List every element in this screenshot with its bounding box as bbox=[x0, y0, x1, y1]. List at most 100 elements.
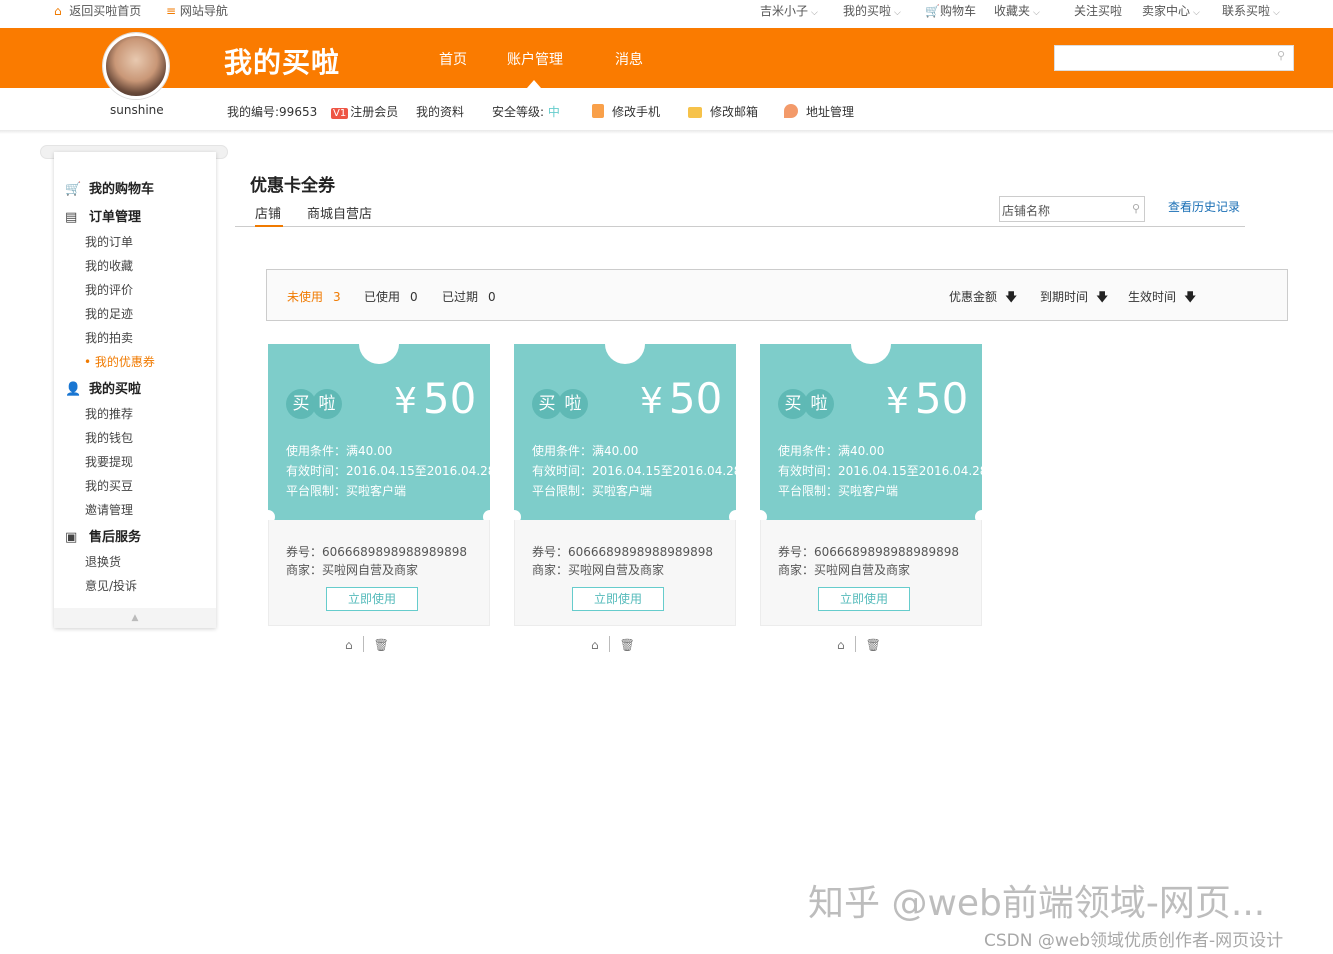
change-phone-link[interactable]: 修改手机 bbox=[592, 103, 660, 120]
store-name-input[interactable]: 店铺名称 ⚲ bbox=[999, 196, 1145, 222]
sidebar-item-cart[interactable]: 🛒 我的购物车 bbox=[65, 178, 154, 197]
search-input[interactable]: ⚲ bbox=[1054, 45, 1294, 71]
contact-menu[interactable]: 联系买啦 ⌵ bbox=[1222, 2, 1280, 19]
location-pin-icon bbox=[784, 104, 798, 118]
coupon-header: 买 啦 ¥50 使用条件：满40.00 有效时间：2016.04.15至2016… bbox=[261, 324, 497, 524]
coupon-period: 有效时间：2016.04.15至2016.04.28 bbox=[286, 464, 496, 478]
coupon-body: 券号：6066689898988989898 商家：买啦网自营及商家 立即使用 bbox=[268, 520, 490, 626]
my-info-link[interactable]: 我的资料 bbox=[416, 103, 464, 120]
nav-messages[interactable]: 消息 bbox=[615, 49, 643, 69]
change-email-link[interactable]: 修改邮箱 bbox=[688, 103, 758, 120]
tab-divider bbox=[235, 226, 1245, 227]
nav-account[interactable]: 账户管理 bbox=[507, 49, 563, 69]
cart-icon: 🛒 bbox=[925, 4, 940, 18]
sidebar-item-reviews[interactable]: 我的评价 bbox=[85, 281, 133, 298]
seller-center-menu[interactable]: 卖家中心 ⌵ bbox=[1142, 2, 1200, 19]
user-menu[interactable]: 吉米小子 ⌵ bbox=[760, 2, 818, 19]
sidebar-item-footprints[interactable]: 我的足迹 bbox=[85, 305, 133, 322]
active-nav-caret bbox=[527, 80, 541, 88]
filter-used[interactable]: 已使用 0 bbox=[364, 288, 418, 305]
chevron-down-icon: ⌵ bbox=[1273, 8, 1280, 18]
avatar[interactable] bbox=[103, 33, 169, 99]
v1-badge: V1 bbox=[331, 108, 349, 119]
sort-effective[interactable]: 生效时间 🡇 bbox=[1128, 288, 1196, 309]
coupon-period: 有效时间：2016.04.15至2016.04.28 bbox=[778, 464, 988, 478]
favorites-menu[interactable]: 收藏夹 ⌵ bbox=[994, 2, 1040, 19]
cart-link[interactable]: 🛒购物车 bbox=[925, 2, 976, 19]
my-maila-menu[interactable]: 我的买啦 ⌵ bbox=[843, 2, 901, 19]
register-member-link[interactable]: V1 注册会员 bbox=[331, 103, 398, 120]
tab-mall-store[interactable]: 商城自营店 bbox=[307, 203, 372, 222]
coupon-code: 券号：6066689898988989898 bbox=[286, 545, 468, 559]
arrow-down-icon: 🡇 bbox=[1096, 290, 1109, 304]
arrow-down-icon: 🡇 bbox=[1005, 290, 1018, 304]
sort-expiry[interactable]: 到期时间 🡇 bbox=[1040, 288, 1108, 309]
coupon-merchant: 商家：买啦网自营及商家 bbox=[778, 563, 911, 577]
tab-store[interactable]: 店铺 bbox=[255, 203, 281, 222]
id-card-icon: ▣ bbox=[65, 530, 78, 545]
coupon-header: 买 啦 ¥50 使用条件：满40.00 有效时间：2016.04.15至2016… bbox=[753, 324, 989, 524]
sidebar-collapse[interactable]: ▲ bbox=[54, 608, 216, 628]
address-link[interactable]: 地址管理 bbox=[784, 103, 854, 120]
arrow-down-icon: 🡇 bbox=[1184, 290, 1197, 304]
cart-icon: 🛒 bbox=[65, 182, 82, 197]
sidebar-item-my-orders[interactable]: 我的订单 bbox=[85, 233, 133, 250]
follow-link[interactable]: 关注买啦 bbox=[1074, 2, 1122, 19]
security-level: 安全等级: 中 bbox=[492, 105, 560, 119]
brand-title[interactable]: 我的买啦 bbox=[224, 41, 340, 81]
use-now-button[interactable]: 立即使用 bbox=[818, 587, 910, 611]
filter-unused[interactable]: 未使用 3 bbox=[287, 288, 341, 305]
search-icon[interactable]: ⚲ bbox=[1132, 202, 1140, 215]
sidebar-head-maila[interactable]: 👤 我的买啦 bbox=[65, 378, 141, 397]
coupon-card: 买 啦 ¥50 使用条件：满40.00 有效时间：2016.04.15至2016… bbox=[261, 324, 497, 652]
use-now-button[interactable]: 立即使用 bbox=[572, 587, 664, 611]
store-icon[interactable]: ⌂ bbox=[591, 638, 599, 652]
chevron-down-icon: ⌵ bbox=[1193, 8, 1200, 18]
sidebar-item-favorites[interactable]: 我的收藏 bbox=[85, 257, 133, 274]
sidebar-item-auctions[interactable]: 我的拍卖 bbox=[85, 329, 133, 346]
coupon-code: 券号：6066689898988989898 bbox=[778, 545, 960, 559]
coupon-actions: ⌂ 🗑 bbox=[345, 636, 389, 652]
coupon-body: 券号：6066689898988989898 商家：买啦网自营及商家 立即使用 bbox=[760, 520, 982, 626]
zhihu-watermark: 知乎 @web前端领域-网页... bbox=[808, 883, 1266, 924]
trash-icon[interactable]: 🗑 bbox=[620, 638, 635, 652]
sidebar-item-withdraw[interactable]: 我要提现 bbox=[85, 453, 133, 470]
coupon-merchant: 商家：买啦网自营及商家 bbox=[532, 563, 665, 577]
home-link[interactable]: ⌂ 返回买啦首页 bbox=[54, 2, 141, 19]
coupon-condition: 使用条件：满40.00 bbox=[778, 444, 885, 458]
chevron-down-icon: ⌵ bbox=[811, 8, 818, 18]
store-icon[interactable]: ⌂ bbox=[345, 638, 353, 652]
sidebar-head-orders[interactable]: ▤ 订单管理 bbox=[65, 206, 141, 225]
coupon-logo-right: 啦 bbox=[804, 389, 834, 419]
trash-icon[interactable]: 🗑 bbox=[374, 638, 389, 652]
trash-icon[interactable]: 🗑 bbox=[866, 638, 881, 652]
search-icon[interactable]: ⚲ bbox=[1277, 49, 1285, 62]
nav-home[interactable]: 首页 bbox=[439, 49, 467, 69]
top-bar: ⌂ 返回买啦首页 ≡ 网站导航 吉米小子 ⌵ 我的买啦 ⌵ 🛒购物车 收藏夹 ⌵ 关注… bbox=[0, 0, 1333, 28]
sidebar-item-invites[interactable]: 邀请管理 bbox=[85, 501, 133, 518]
sort-amount[interactable]: 优惠金额 🡇 bbox=[949, 288, 1017, 309]
filter-expired[interactable]: 已过期 0 bbox=[442, 288, 496, 305]
coupon-card: 买 啦 ¥50 使用条件：满40.00 有效时间：2016.04.15至2016… bbox=[507, 324, 743, 652]
document-icon: ▤ bbox=[65, 210, 78, 225]
coupon-logo-right: 啦 bbox=[558, 389, 588, 419]
sidebar-item-coupons[interactable]: • 我的优惠券 bbox=[84, 353, 155, 370]
store-icon[interactable]: ⌂ bbox=[837, 638, 845, 652]
sidebar-item-wallet[interactable]: 我的钱包 bbox=[85, 429, 133, 446]
history-link[interactable]: 查看历史记录 bbox=[1168, 198, 1240, 215]
chevron-up-icon: ▲ bbox=[131, 613, 139, 623]
chevron-down-icon: ⌵ bbox=[894, 8, 901, 18]
member-id: 我的编号:99653 bbox=[227, 105, 318, 119]
sidebar-item-recommend[interactable]: 我的推荐 bbox=[85, 405, 133, 422]
use-now-button[interactable]: 立即使用 bbox=[326, 587, 418, 611]
csdn-watermark: CSDN @web领域优质创作者-网页设计 bbox=[984, 931, 1284, 951]
phone-icon bbox=[592, 104, 604, 118]
coupon-platform: 平台限制：买啦客户端 bbox=[532, 484, 653, 498]
username: sunshine bbox=[110, 103, 164, 117]
site-nav-link[interactable]: ≡ 网站导航 bbox=[166, 2, 228, 19]
sidebar-item-beans[interactable]: 我的买豆 bbox=[85, 477, 133, 494]
sidebar-item-returns[interactable]: 退换货 bbox=[85, 553, 121, 570]
coupon-code: 券号：6066689898988989898 bbox=[532, 545, 714, 559]
sidebar-head-service[interactable]: ▣ 售后服务 bbox=[65, 526, 141, 545]
sidebar-item-complaints[interactable]: 意见/投诉 bbox=[85, 577, 137, 594]
